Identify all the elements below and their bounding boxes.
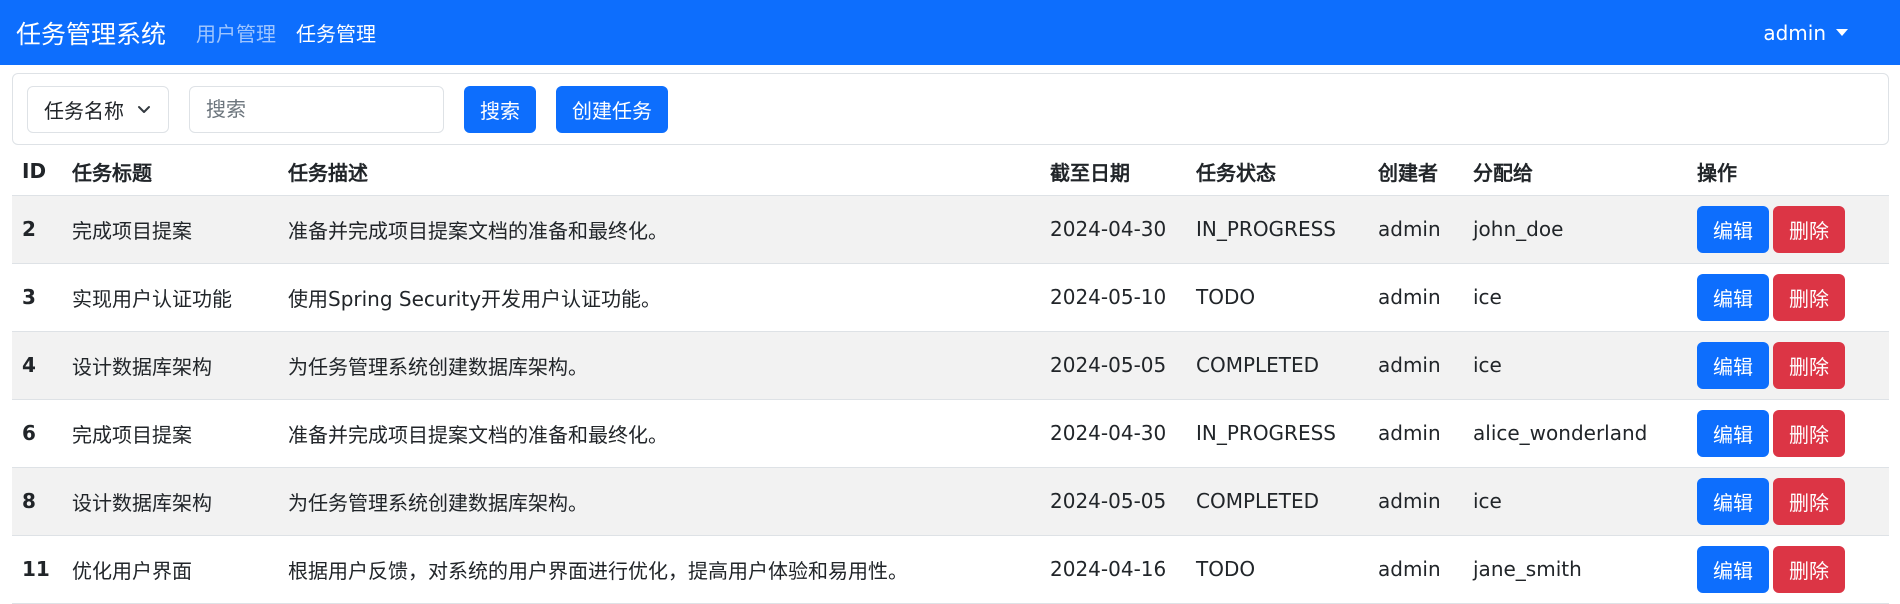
header-id: ID	[12, 148, 62, 196]
cell-title: 优化用户界面	[62, 535, 278, 604]
cell-status: COMPLETED	[1186, 331, 1368, 400]
cell-title: 实现用户认证功能	[62, 263, 278, 332]
cell-actions: 编辑 删除	[1687, 535, 1889, 604]
table-row: 6 完成项目提案 准备并完成项目提案文档的准备和最终化。 2024-04-30 …	[12, 399, 1889, 468]
header-title: 任务标题	[62, 148, 278, 196]
create-task-button[interactable]: 创建任务	[556, 85, 668, 133]
edit-button[interactable]: 编辑	[1697, 409, 1769, 457]
cell-id: 6	[12, 399, 62, 468]
table-header-row: ID 任务标题 任务描述 截至日期 任务状态 创建者 分配给 操作	[12, 148, 1889, 196]
cell-due-date: 2024-04-30	[1040, 399, 1186, 468]
cell-title: 完成项目提案	[62, 399, 278, 468]
delete-button[interactable]: 删除	[1773, 409, 1845, 457]
header-description: 任务描述	[278, 148, 1040, 196]
cell-description: 根据用户反馈，对系统的用户界面进行优化，提高用户体验和易用性。	[278, 535, 1040, 604]
cell-assignee: ice	[1463, 467, 1687, 536]
header-creator: 创建者	[1368, 148, 1463, 196]
cell-actions: 编辑 删除	[1687, 399, 1889, 468]
cell-title: 设计数据库架构	[62, 467, 278, 536]
cell-assignee: ice	[1463, 263, 1687, 332]
header-assignee: 分配给	[1463, 148, 1687, 196]
cell-actions: 编辑 删除	[1687, 195, 1889, 264]
table-row: 2 完成项目提案 准备并完成项目提案文档的准备和最终化。 2024-04-30 …	[12, 195, 1889, 264]
cell-due-date: 2024-04-16	[1040, 535, 1186, 604]
cell-actions: 编辑 删除	[1687, 331, 1889, 400]
cell-assignee: alice_wonderland	[1463, 399, 1687, 468]
cell-description: 准备并完成项目提案文档的准备和最终化。	[278, 399, 1040, 468]
table-row: 3 实现用户认证功能 使用Spring Security开发用户认证功能。 20…	[12, 263, 1889, 332]
header-actions: 操作	[1687, 148, 1889, 196]
cell-status: TODO	[1186, 263, 1368, 332]
delete-button[interactable]: 删除	[1773, 477, 1845, 525]
table-row: 8 设计数据库架构 为任务管理系统创建数据库架构。 2024-05-05 COM…	[12, 467, 1889, 536]
cell-title: 设计数据库架构	[62, 331, 278, 400]
cell-actions: 编辑 删除	[1687, 263, 1889, 332]
nav-link-task-management[interactable]: 任务管理	[296, 18, 376, 47]
delete-button[interactable]: 删除	[1773, 341, 1845, 389]
user-menu[interactable]: admin	[1763, 0, 1848, 65]
header-status: 任务状态	[1186, 148, 1368, 196]
cell-creator: admin	[1368, 399, 1463, 468]
caret-down-icon	[1836, 29, 1848, 36]
cell-due-date: 2024-05-10	[1040, 263, 1186, 332]
cell-status: IN_PROGRESS	[1186, 195, 1368, 264]
delete-button[interactable]: 删除	[1773, 205, 1845, 253]
search-field-select[interactable]: 任务名称	[27, 85, 169, 133]
edit-button[interactable]: 编辑	[1697, 273, 1769, 321]
search-bar: 任务名称 搜索 创建任务	[12, 73, 1889, 145]
cell-due-date: 2024-04-30	[1040, 195, 1186, 264]
task-table: ID 任务标题 任务描述 截至日期 任务状态 创建者 分配给 操作 2 完成项目…	[12, 148, 1889, 604]
cell-due-date: 2024-05-05	[1040, 467, 1186, 536]
search-input[interactable]	[189, 85, 444, 133]
table-row: 11 优化用户界面 根据用户反馈，对系统的用户界面进行优化，提高用户体验和易用性…	[12, 535, 1889, 604]
delete-button[interactable]: 删除	[1773, 545, 1845, 593]
cell-status: COMPLETED	[1186, 467, 1368, 536]
cell-actions: 编辑 删除	[1687, 467, 1889, 536]
cell-creator: admin	[1368, 467, 1463, 536]
cell-due-date: 2024-05-05	[1040, 331, 1186, 400]
cell-description: 使用Spring Security开发用户认证功能。	[278, 263, 1040, 332]
cell-creator: admin	[1368, 195, 1463, 264]
delete-button[interactable]: 删除	[1773, 273, 1845, 321]
chevron-down-icon	[138, 106, 150, 113]
cell-id: 3	[12, 263, 62, 332]
edit-button[interactable]: 编辑	[1697, 341, 1769, 389]
edit-button[interactable]: 编辑	[1697, 545, 1769, 593]
header-due-date: 截至日期	[1040, 148, 1186, 196]
cell-status: TODO	[1186, 535, 1368, 604]
table-row: 4 设计数据库架构 为任务管理系统创建数据库架构。 2024-05-05 COM…	[12, 331, 1889, 400]
cell-id: 2	[12, 195, 62, 264]
search-field-selected: 任务名称	[44, 98, 124, 123]
nav-link-user-management[interactable]: 用户管理	[196, 18, 276, 47]
cell-id: 11	[12, 535, 62, 604]
cell-title: 完成项目提案	[62, 195, 278, 264]
cell-description: 为任务管理系统创建数据库架构。	[278, 467, 1040, 536]
edit-button[interactable]: 编辑	[1697, 477, 1769, 525]
search-button[interactable]: 搜索	[464, 85, 536, 133]
cell-assignee: john_doe	[1463, 195, 1687, 264]
top-navbar: 任务管理系统 用户管理 任务管理 admin	[0, 0, 1900, 65]
cell-creator: admin	[1368, 263, 1463, 332]
cell-assignee: jane_smith	[1463, 535, 1687, 604]
cell-creator: admin	[1368, 331, 1463, 400]
app-brand[interactable]: 任务管理系统	[16, 15, 166, 51]
cell-description: 为任务管理系统创建数据库架构。	[278, 331, 1040, 400]
cell-creator: admin	[1368, 535, 1463, 604]
cell-status: IN_PROGRESS	[1186, 399, 1368, 468]
edit-button[interactable]: 编辑	[1697, 205, 1769, 253]
cell-id: 4	[12, 331, 62, 400]
cell-description: 准备并完成项目提案文档的准备和最终化。	[278, 195, 1040, 264]
user-name: admin	[1763, 20, 1826, 45]
cell-assignee: ice	[1463, 331, 1687, 400]
cell-id: 8	[12, 467, 62, 536]
